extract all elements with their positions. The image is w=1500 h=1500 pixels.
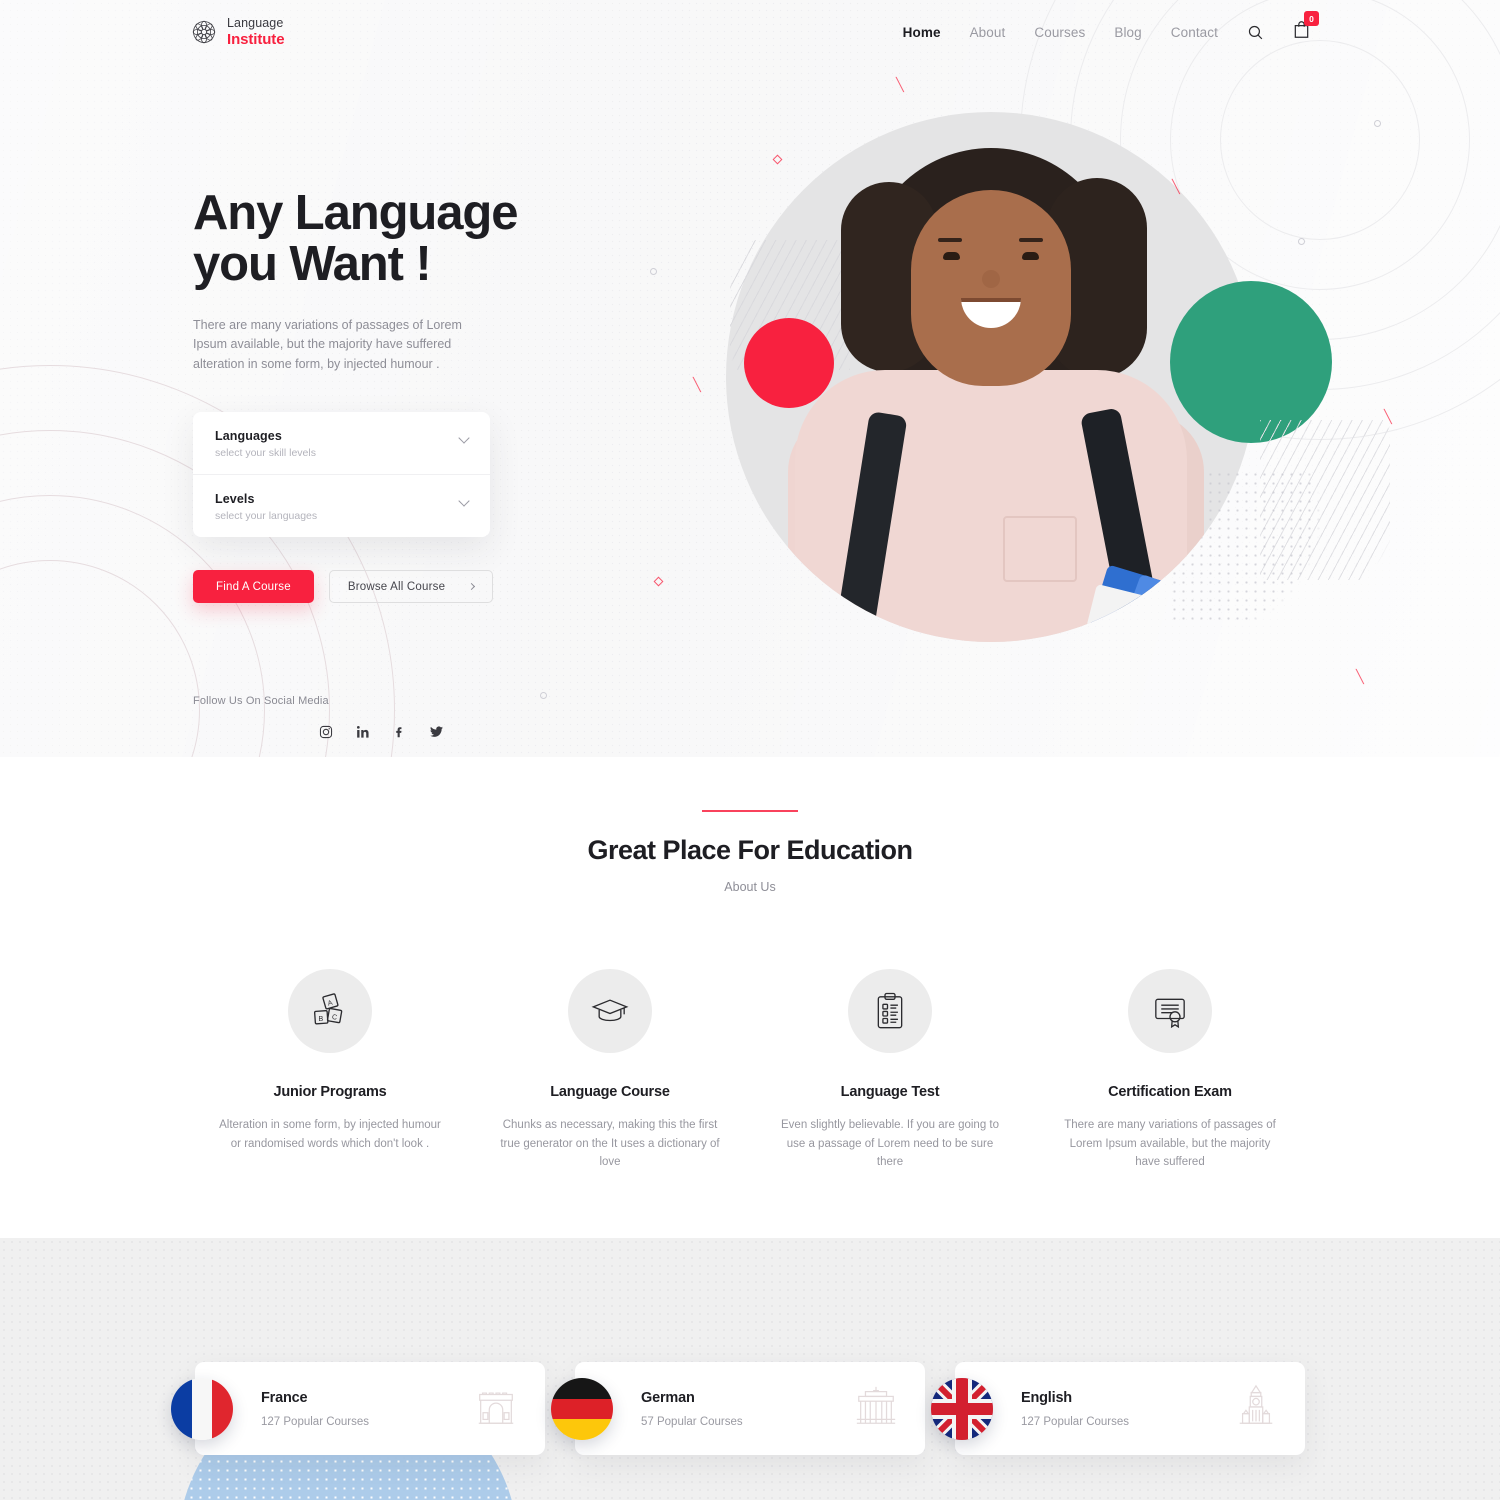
social-links — [319, 725, 713, 739]
about-title: Great Place For Education — [587, 835, 913, 865]
brand-logo[interactable]: Language Institute — [190, 15, 285, 49]
abc-blocks-icon: A B C — [288, 969, 372, 1053]
main-navigation: Home About Courses Blog Contact 0 — [903, 11, 1319, 44]
site-header: Language Institute Home About Courses Bl… — [0, 0, 1500, 64]
svg-text:C: C — [331, 1013, 337, 1022]
big-ben-icon — [1233, 1383, 1279, 1434]
brand-name-bottom: Institute — [227, 31, 285, 48]
twitter-icon[interactable] — [429, 725, 444, 739]
feature-description: Alteration in some form, by injected hum… — [219, 1119, 441, 1150]
feature-description: Chunks as necessary, making this the fir… — [500, 1119, 720, 1169]
language-card-german[interactable]: German 57 Popular Courses — [551, 1362, 925, 1455]
nav-item-blog[interactable]: Blog — [1114, 25, 1141, 40]
section-divider — [702, 810, 798, 812]
zigzag-decoration: ╲ — [1384, 409, 1392, 424]
hero-actions: Find A Course Browse All Course — [193, 570, 713, 604]
hero-title-line-2: you Want ! — [193, 236, 432, 291]
arc-de-triomphe-icon — [473, 1383, 519, 1434]
svg-text:A: A — [327, 999, 334, 1008]
page-root: Language Institute Home About Courses Bl… — [0, 0, 1500, 1500]
clipboard-checklist-icon — [848, 969, 932, 1053]
flag-uk-icon — [931, 1377, 993, 1440]
red-accent-circle — [744, 318, 834, 408]
languages-select[interactable]: Languages select your skill levels — [193, 412, 490, 474]
levels-select-label: Levels — [215, 492, 255, 507]
hero-content: Any Language you Want ! There are many v… — [193, 188, 713, 739]
feature-card-junior-programs[interactable]: A B C Junior Programs Alteration in some… — [190, 969, 470, 1172]
feature-description: There are many variations of passages of… — [1064, 1119, 1276, 1169]
language-info: France 127 Popular Courses — [261, 1389, 369, 1428]
feature-title: Language Course — [550, 1084, 670, 1100]
flag-france-icon — [171, 1377, 233, 1440]
ring-decoration — [1298, 238, 1305, 245]
language-card-france[interactable]: France 127 Popular Courses — [171, 1362, 545, 1455]
hero-title-line-1: Any Language — [193, 186, 519, 240]
chevron-right-icon — [468, 582, 476, 591]
nav-item-about[interactable]: About — [970, 25, 1006, 40]
linkedin-icon[interactable] — [356, 725, 370, 739]
language-course-count: 57 Popular Courses — [641, 1416, 743, 1428]
feature-card-certification-exam[interactable]: Certification Exam There are many variat… — [1030, 969, 1310, 1172]
cart-count-badge: 0 — [1304, 11, 1319, 26]
course-search-form: Languages select your skill levels Level… — [193, 412, 490, 538]
browse-all-course-button[interactable]: Browse All Course — [328, 570, 494, 604]
language-name: German — [641, 1390, 695, 1406]
facebook-icon[interactable] — [393, 725, 406, 739]
brandenburg-gate-icon — [853, 1383, 899, 1434]
ring-decoration — [1374, 120, 1381, 127]
brand-logo-text: Language Institute — [227, 15, 285, 49]
about-section: Great Place For Education About Us A B C… — [0, 757, 1500, 1238]
feature-card-language-test[interactable]: Language Test Even slightly believable. … — [750, 969, 1030, 1172]
find-a-course-button[interactable]: Find A Course — [193, 570, 314, 604]
search-icon[interactable] — [1247, 24, 1264, 41]
hero-title: Any Language you Want ! — [193, 188, 713, 290]
levels-select-hint: select your languages — [215, 510, 318, 523]
cart-button[interactable]: 0 — [1293, 11, 1319, 44]
hero-section: Language Institute Home About Courses Bl… — [0, 0, 1500, 757]
feature-list: A B C Junior Programs Alteration in some… — [0, 969, 1500, 1172]
zigzag-decoration: ╲ — [1356, 669, 1364, 684]
feature-title: Certification Exam — [1108, 1084, 1232, 1100]
browse-all-course-label: Browse All Course — [347, 580, 446, 593]
about-subtitle: About Us — [724, 880, 776, 894]
feature-card-language-course[interactable]: Language Course Chunks as necessary, mak… — [470, 969, 750, 1172]
languages-section: France 127 Popular Courses German 57 Pop… — [0, 1238, 1500, 1500]
hero-description: There are many variations of passages of… — [193, 317, 462, 371]
feature-title: Junior Programs — [273, 1084, 387, 1100]
nav-item-courses[interactable]: Courses — [1034, 25, 1085, 40]
certificate-icon — [1128, 969, 1212, 1053]
zigzag-decoration: ╲ — [1172, 179, 1180, 194]
brand-name-top: Language — [227, 16, 284, 31]
follow-us-label: Follow Us On Social Media — [193, 695, 329, 708]
nav-item-home[interactable]: Home — [903, 25, 941, 40]
language-name: France — [261, 1390, 308, 1406]
language-name: English — [1021, 1390, 1072, 1406]
flag-germany-icon — [551, 1377, 613, 1440]
mandala-icon — [190, 18, 218, 46]
language-card-list: France 127 Popular Courses German 57 Pop… — [0, 1362, 1500, 1455]
student-photo — [726, 112, 1256, 642]
graduation-cap-icon — [568, 969, 652, 1053]
language-info: German 57 Popular Courses — [641, 1389, 743, 1428]
language-course-count: 127 Popular Courses — [261, 1416, 370, 1428]
zigzag-decoration: ╲ — [896, 77, 904, 92]
feature-description: Even slightly believable. If you are goi… — [781, 1119, 999, 1169]
languages-select-label: Languages — [215, 429, 282, 444]
feature-title: Language Test — [840, 1084, 940, 1100]
levels-select[interactable]: Levels select your languages — [193, 474, 490, 537]
hero-illustration — [700, 0, 1500, 757]
language-course-count: 127 Popular Courses — [1021, 1416, 1130, 1428]
nav-item-contact[interactable]: Contact — [1171, 25, 1218, 40]
languages-select-hint: select your skill levels — [215, 447, 316, 460]
language-card-english[interactable]: English 127 Popular Courses — [931, 1362, 1305, 1455]
svg-text:B: B — [318, 1015, 323, 1023]
instagram-icon[interactable] — [319, 725, 333, 739]
language-info: English 127 Popular Courses — [1021, 1389, 1129, 1428]
